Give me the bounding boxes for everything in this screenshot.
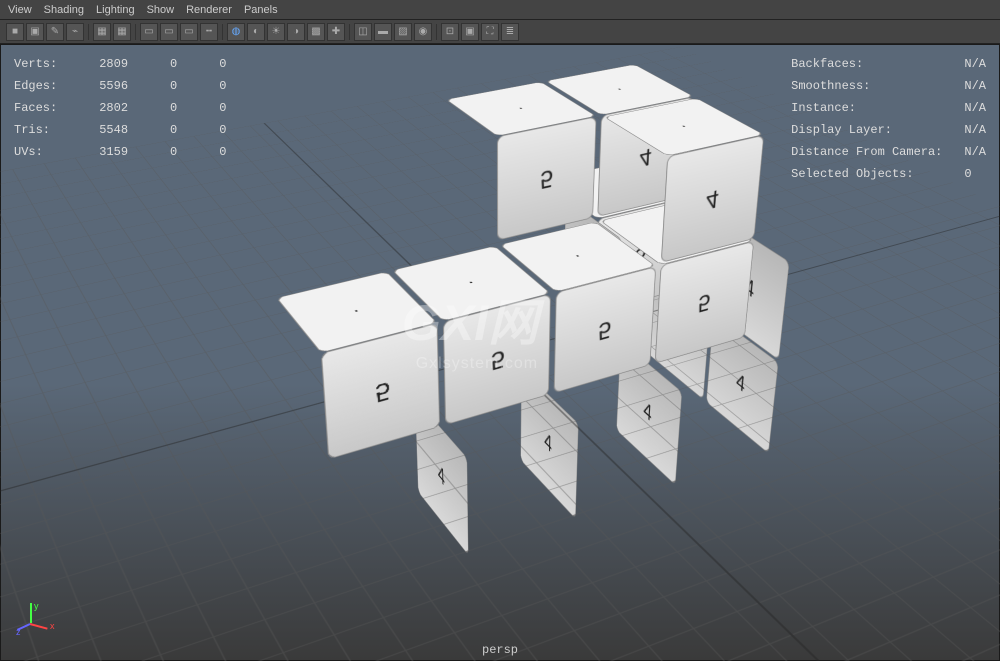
axis-y-icon (30, 603, 32, 623)
panel-menubar: View Shading Lighting Show Renderer Pane… (0, 0, 1000, 20)
wireframe-icon[interactable]: ◫ (354, 23, 372, 41)
stat-row: Display Layer:N/A (791, 120, 986, 140)
grid2-icon[interactable]: ▦ (113, 23, 131, 41)
stat-row: Selected Objects:0 (791, 164, 986, 184)
camera-icon[interactable]: ■ (6, 23, 24, 41)
axis-z-label: z (16, 627, 21, 637)
separator (135, 24, 136, 40)
separator (88, 24, 89, 40)
xray-icon[interactable]: ⊡ (441, 23, 459, 41)
menu-shading[interactable]: Shading (44, 4, 84, 16)
stat-row: Verts:280900 (14, 54, 266, 74)
panel-toolbar: ■ ▣ ✎ ⌁ ▦ ▦ ▭ ▭ ▭ ╍ ◍ ◐ ☀ ◑ ▩ ✚ ◫ ▬ ▨ ◉ … (0, 20, 1000, 44)
lit-icon[interactable]: ◉ (414, 23, 432, 41)
menu-show[interactable]: Show (147, 4, 175, 16)
axis-x-label: x (50, 621, 55, 631)
checker-icon[interactable]: ▩ (307, 23, 325, 41)
stat-row: Smoothness:N/A (791, 76, 986, 96)
hud-poly-stats: Verts:280900 Edges:559600 Faces:280200 T… (12, 52, 268, 164)
stat-row: Backfaces:N/A (791, 54, 986, 74)
layer-icon[interactable]: ≣ (501, 23, 519, 41)
menu-lighting[interactable]: Lighting (96, 4, 135, 16)
stat-row: Tris:554800 (14, 120, 266, 140)
stat-row: Faces:280200 (14, 98, 266, 118)
menu-panels[interactable]: Panels (244, 4, 278, 16)
menu-view[interactable]: View (8, 4, 32, 16)
safe-icon[interactable]: ▭ (180, 23, 198, 41)
expand-icon[interactable]: ⛶ (481, 23, 499, 41)
magnet-icon[interactable]: ⌁ (66, 23, 84, 41)
menu-renderer[interactable]: Renderer (186, 4, 232, 16)
gate-icon[interactable]: ▭ (140, 23, 158, 41)
separator (222, 24, 223, 40)
light-icon[interactable]: ☀ (267, 23, 285, 41)
sphere-icon[interactable]: ◐ (247, 23, 265, 41)
shaded-icon[interactable]: ▬ (374, 23, 392, 41)
stat-row: Edges:559600 (14, 76, 266, 96)
viewport[interactable]: · 5 4 · 5 4 · 5 4 · 5 4 · 5 (0, 44, 1000, 661)
hud-display-stats: Backfaces:N/A Smoothness:N/A Instance:N/… (789, 52, 988, 186)
axis-x-icon (30, 623, 48, 630)
axis-gizmo[interactable]: y x z (18, 603, 58, 643)
camera-name-label: persp (482, 643, 518, 657)
textured-icon[interactable]: ▨ (394, 23, 412, 41)
isolate-icon[interactable]: ▣ (461, 23, 479, 41)
separator (349, 24, 350, 40)
brush-icon[interactable]: ✎ (46, 23, 64, 41)
stat-row: UVs:315900 (14, 142, 266, 162)
axis-y-label: y (34, 601, 39, 611)
cube-primitive-icon[interactable]: ◍ (227, 23, 245, 41)
stat-row: Distance From Camera:N/A (791, 142, 986, 162)
grid-icon[interactable]: ▦ (93, 23, 111, 41)
plus-icon[interactable]: ✚ (327, 23, 345, 41)
ruler-icon[interactable]: ╍ (200, 23, 218, 41)
mask-icon[interactable]: ▭ (160, 23, 178, 41)
separator (436, 24, 437, 40)
select-icon[interactable]: ▣ (26, 23, 44, 41)
shadow-icon[interactable]: ◑ (287, 23, 305, 41)
stat-row: Instance:N/A (791, 98, 986, 118)
